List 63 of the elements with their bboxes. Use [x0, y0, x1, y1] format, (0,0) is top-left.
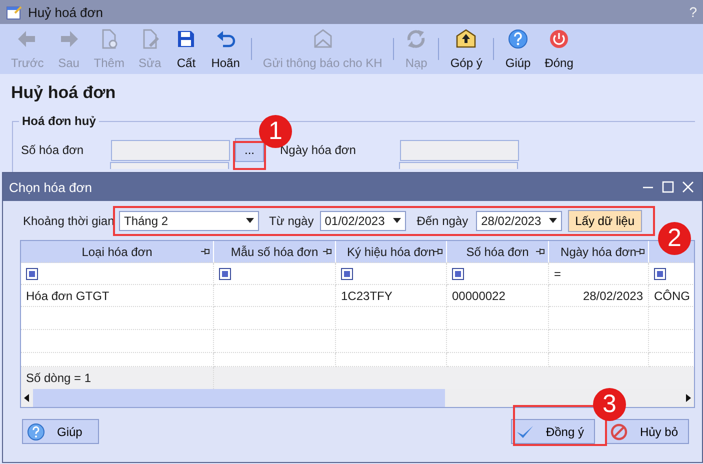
ok-button[interactable]: Đồng ý [510, 419, 595, 444]
toolbar-button[interactable]: Đóng [538, 26, 580, 72]
field-label: Khoảng thời gian [23, 214, 116, 228]
invoice-number-field[interactable] [111, 140, 230, 160]
field-label: Đến ngày [416, 214, 468, 228]
column-header[interactable]: Ngày hóa đơn [549, 241, 649, 263]
pin-icon [536, 248, 545, 255]
caret-icon [549, 218, 558, 223]
date-picker[interactable]: 28/02/2023 [476, 210, 562, 230]
highlight-frame [233, 141, 266, 170]
pin-icon [434, 248, 443, 255]
column-header[interactable]: Mẫu số hóa đơn [214, 241, 336, 263]
input-field[interactable] [110, 162, 229, 169]
caret-icon [392, 218, 401, 223]
row-count: Số dòng = 1 [26, 371, 92, 385]
table-cell: 00000022 [452, 288, 506, 302]
field-label: Từ ngày [269, 214, 314, 228]
group-title: Hoá đơn huỷ [19, 114, 99, 128]
help-button[interactable]: Giúp [22, 419, 100, 444]
period-dropdown[interactable]: Tháng 2 [119, 210, 259, 230]
column-header[interactable]: Số hóa đơn [447, 241, 549, 263]
column-header[interactable]: Ký hiệu hóa đơn [336, 241, 447, 263]
help-icon [27, 422, 45, 440]
table-cell: 1C23TFY [341, 288, 392, 302]
browse-button[interactable]: ... [235, 138, 264, 162]
table-cell: Hóa đơn GTGT [26, 288, 110, 302]
filter-checkbox[interactable] [452, 268, 464, 280]
table-cell: 28/02/2023 [582, 288, 643, 302]
filter-checkbox[interactable] [341, 268, 353, 280]
toolbar-button[interactable]: Cất [168, 26, 204, 72]
input-field[interactable] [399, 162, 518, 169]
filter-checkbox[interactable] [219, 268, 231, 280]
fetch-data-button[interactable]: Lấy dữ liệu [568, 210, 642, 232]
toolbar-button[interactable]: Góp ý [443, 26, 490, 72]
toolbar-button[interactable]: Hoãn [204, 26, 247, 72]
pin-icon [201, 248, 210, 255]
field-label: Số hóa đơn [21, 143, 85, 157]
refresh-icon [405, 28, 428, 50]
page-heading: Huỷ hoá đơn [10, 82, 117, 104]
date-picker[interactable]: 01/02/2023 [320, 210, 406, 230]
column-header[interactable]: Loại hóa đơn [21, 241, 214, 263]
filter-checkbox[interactable] [654, 268, 666, 280]
toolbar-button[interactable]: Giúp [498, 26, 538, 72]
dialog-title: Chọn hóa đơn [9, 180, 93, 194]
window-title: Huỷ hoá đơn [28, 4, 104, 20]
maximize-icon [662, 181, 674, 193]
pin-icon [323, 248, 332, 255]
scrollbar-thumb[interactable] [33, 389, 445, 407]
invoice-date-field[interactable] [400, 140, 519, 160]
table-cell: CÔNG [654, 288, 690, 302]
envelope-icon [312, 28, 334, 50]
caret-icon [246, 218, 254, 223]
envelope-arrow-icon [455, 28, 478, 50]
filter-operator[interactable]: = [554, 266, 562, 280]
power-icon [548, 28, 570, 50]
calendar-icon [6, 4, 22, 20]
prohibited-icon [610, 422, 628, 440]
cancel-button[interactable]: Hủy bỏ [604, 419, 689, 444]
filter-checkbox[interactable] [26, 268, 38, 280]
help-icon [507, 28, 530, 50]
close-icon [682, 181, 694, 193]
undo-arrow-icon [214, 28, 237, 50]
pin-icon [636, 248, 645, 255]
